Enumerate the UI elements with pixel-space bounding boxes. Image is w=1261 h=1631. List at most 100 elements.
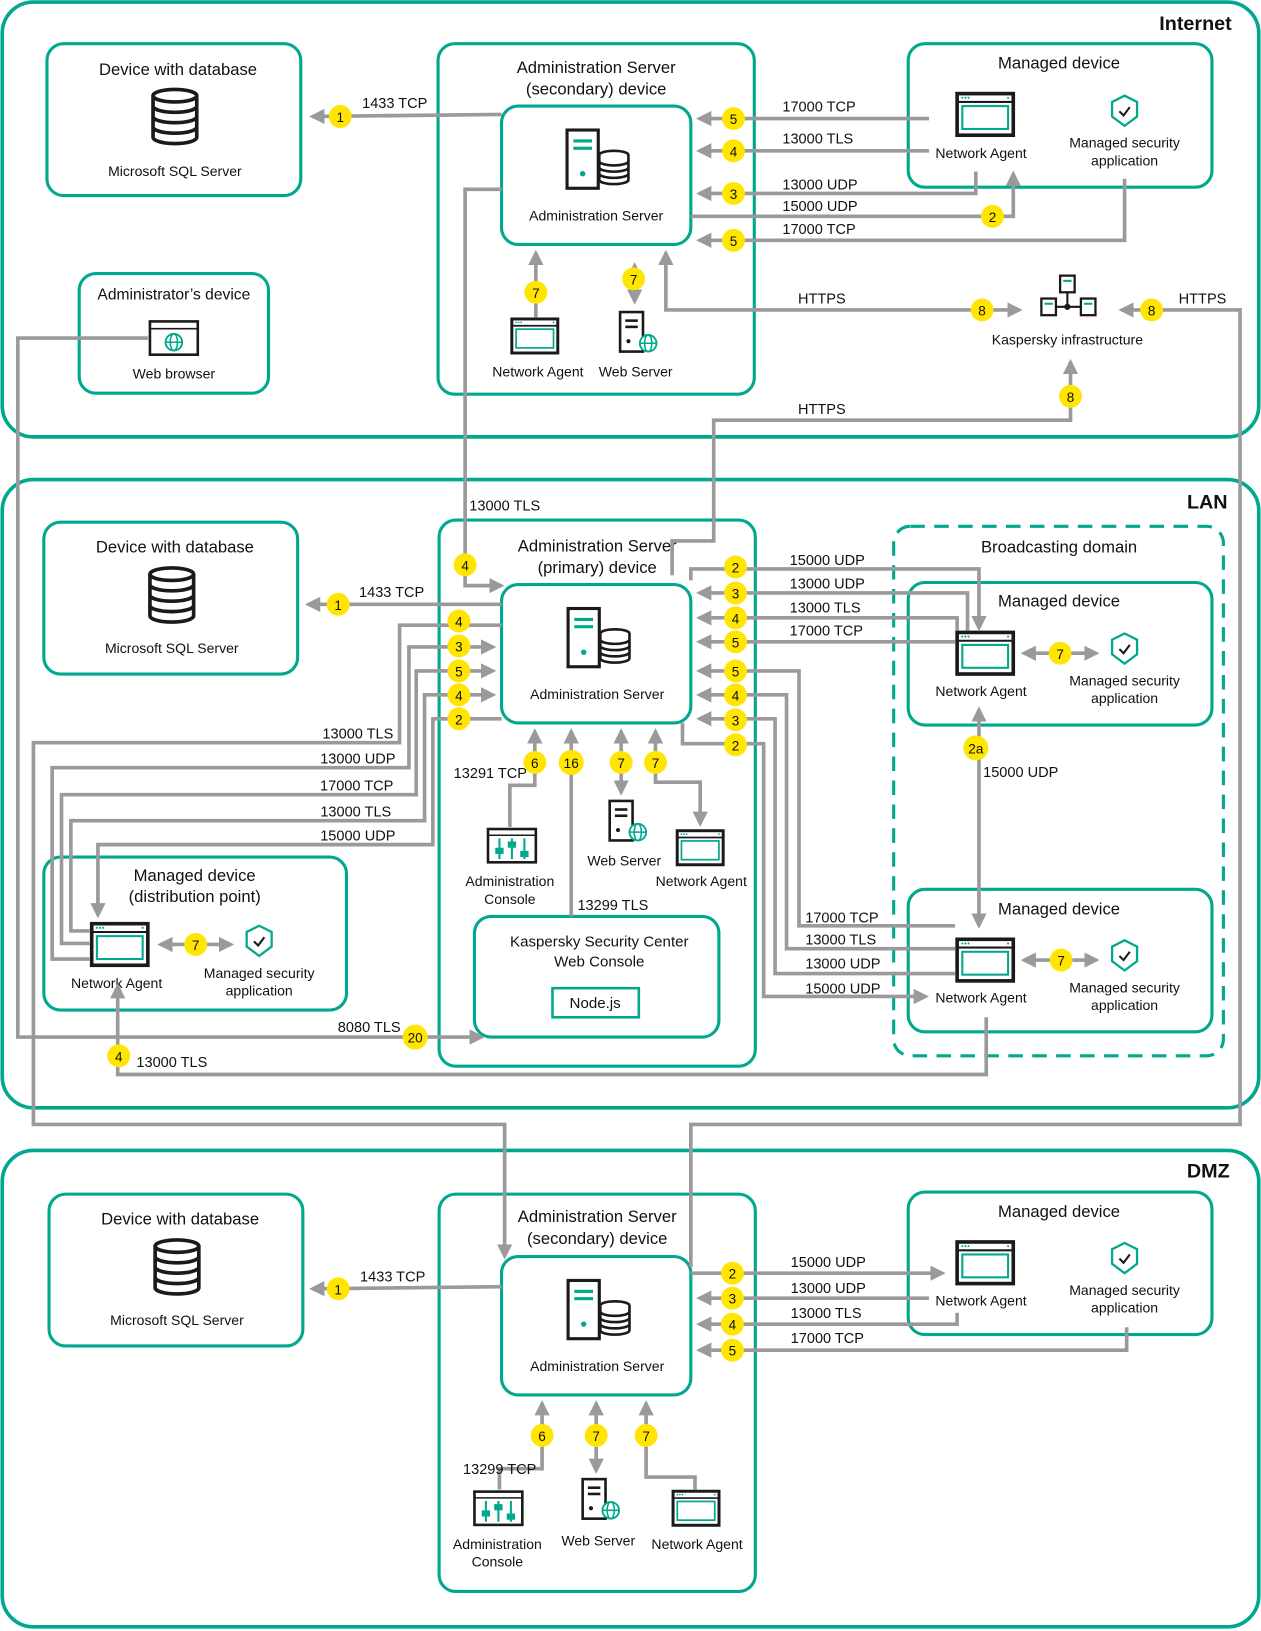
step-badge-5: 5: [720, 1338, 744, 1362]
step-badge-4: 4: [724, 606, 747, 630]
web-browser-icon: [148, 320, 200, 357]
internet-admin-server-secondary: Administration Server (secondary) device…: [436, 42, 756, 396]
administrators-device: Administrator’s device Web browser: [77, 272, 271, 395]
admin-server-label: Administration Server: [530, 1358, 664, 1374]
network-diagram: Internet LAN DMZ Device with database Mi…: [0, 0, 1261, 1629]
port-label: 15000 UDP: [983, 765, 1058, 781]
badge-number: 16: [564, 756, 579, 771]
zone-dmz-title: DMZ: [1187, 1160, 1230, 1182]
web-server-label: Web Server: [587, 852, 661, 868]
sql-server-label: Microsoft SQL Server: [108, 163, 242, 179]
badge-number: 5: [730, 234, 738, 249]
badge-number: 5: [729, 1344, 737, 1359]
port-label: 13291 TCP: [454, 766, 527, 782]
badge-number: 20: [408, 1031, 423, 1046]
step-badge-7: 7: [584, 1424, 608, 1447]
port-label: 13299 TLS: [577, 898, 648, 914]
network-agent-label: Network Agent: [492, 364, 583, 380]
network-agent-label: Network Agent: [935, 1292, 1026, 1308]
security-app-label-2: application: [226, 982, 293, 998]
security-app-label-1: Managed security: [1069, 1282, 1180, 1298]
port-label: 15000 UDP: [782, 199, 857, 215]
step-badge-7: 7: [609, 751, 633, 774]
port-label: 13000 UDP: [805, 956, 880, 972]
admin-console-icon: [473, 1490, 524, 1527]
step-badge-20: 20: [402, 1024, 428, 1050]
badge-number: 7: [532, 286, 540, 301]
network-agent-label: Network Agent: [935, 990, 1026, 1006]
lan-admin-server-primary: Administration Server (primary) device A…: [437, 518, 757, 1068]
step-badge-2: 2: [981, 204, 1004, 228]
network-agent-icon: [955, 937, 1016, 983]
box-title: Device with database: [101, 1209, 259, 1228]
lan-db-device: Device with database Microsoft SQL Serve…: [42, 520, 300, 676]
box-title: Administrator’s device: [97, 287, 250, 304]
port-label: 13000 TLS: [320, 805, 391, 821]
badge-number: 4: [732, 611, 740, 626]
step-badge-8: 8: [1059, 384, 1082, 408]
badge-number: 7: [652, 756, 660, 771]
box-title: Managed device: [998, 591, 1120, 610]
port-label: 13000 TLS: [791, 1306, 862, 1322]
badge-number: 1: [334, 598, 342, 613]
badge-number: 5: [732, 635, 740, 650]
conn-https-dmz-infra: [689, 436, 1242, 1267]
network-agent-icon: [955, 630, 1016, 676]
admin-server-label: Administration Server: [529, 208, 663, 224]
badge-number: 4: [115, 1049, 123, 1064]
step-badge-3: 3: [724, 708, 747, 732]
box-title-line1: Administration Server: [518, 1207, 677, 1226]
port-label: 13000 TLS: [790, 601, 861, 617]
network-agent-label: Network Agent: [935, 683, 1026, 699]
zone-lan-title: LAN: [1187, 492, 1228, 514]
port-label: 13000 TLS: [782, 132, 853, 148]
internet-managed-device: Managed device Network Agent Managed sec…: [906, 42, 1214, 189]
step-badge-5: 5: [447, 659, 471, 683]
network-agent-icon: [955, 1240, 1016, 1286]
port-label: 17000 TCP: [791, 1331, 864, 1347]
step-badge-7: 7: [622, 267, 646, 291]
step-badge-4: 4: [724, 683, 747, 707]
port-label: HTTPS: [1179, 292, 1227, 308]
box-title-line1: Administration Server: [517, 58, 676, 77]
step-badge-4: 4: [447, 609, 471, 633]
step-badge-6: 6: [523, 751, 547, 774]
zone-internet-title: Internet: [1159, 13, 1232, 35]
badge-number: 7: [630, 272, 638, 287]
network-agent-label: Network Agent: [651, 1536, 742, 1552]
step-badge-3: 3: [447, 634, 471, 658]
security-app-label-2: application: [1091, 152, 1158, 168]
ksc-web-console-title-1: Kaspersky Security Center: [510, 934, 689, 951]
box-title-line2: (primary) device: [538, 558, 657, 577]
step-badge-2a: 2a: [963, 735, 989, 761]
step-badge-8: 8: [1140, 298, 1164, 322]
badge-number: 3: [730, 187, 738, 202]
network-agent-icon: [510, 317, 560, 355]
step-badge-5: 5: [722, 107, 745, 131]
step-badge-1: 1: [326, 592, 350, 616]
infrastructure-icon: [1040, 274, 1097, 317]
step-badge-3: 3: [722, 182, 745, 205]
web-server-label: Web Server: [561, 1533, 635, 1549]
port-label: 13000 TLS: [136, 1055, 207, 1071]
badge-number: 4: [732, 688, 740, 703]
network-agent-icon: [955, 91, 1016, 138]
badge-number: 1: [334, 1282, 342, 1297]
box-title-line2: (secondary) device: [527, 1229, 667, 1248]
port-label: 15000 UDP: [791, 1255, 866, 1271]
security-app-label-2: application: [1091, 690, 1158, 706]
port-label: HTTPS: [798, 402, 846, 418]
sql-server-label: Microsoft SQL Server: [110, 1312, 244, 1328]
port-label: 17000 TCP: [782, 99, 855, 115]
port-label: 13000 UDP: [320, 751, 395, 767]
admin-server-label: Administration Server: [530, 686, 664, 702]
badge-number: 6: [531, 756, 539, 771]
port-label: 13000 UDP: [791, 1281, 866, 1297]
badge-number: 4: [729, 1318, 737, 1333]
port-label: 15000 UDP: [805, 981, 880, 997]
port-label: 15000 UDP: [790, 553, 865, 569]
step-badge-3: 3: [720, 1286, 744, 1310]
step-badge-4: 4: [453, 553, 477, 577]
badge-number: 7: [642, 1429, 650, 1444]
port-label: 17000 TCP: [805, 911, 878, 927]
